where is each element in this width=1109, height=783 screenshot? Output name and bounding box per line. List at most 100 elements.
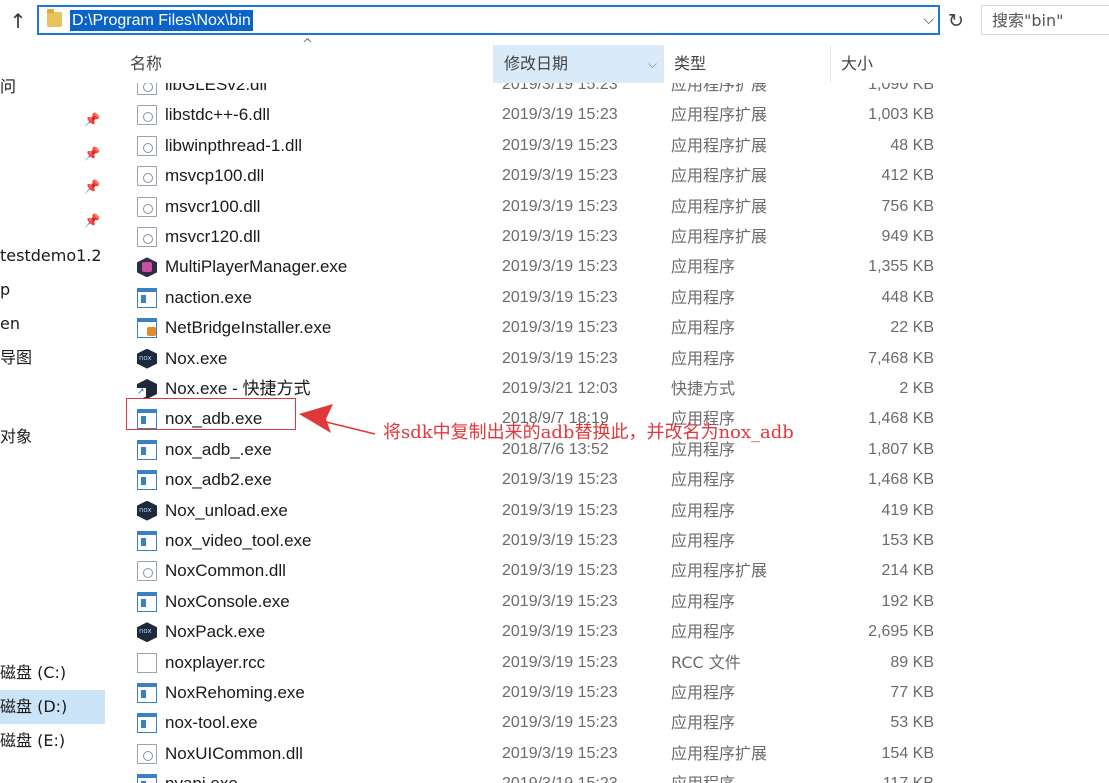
file-date: 2019/3/19 15:23 <box>502 653 618 671</box>
file-size: 89 KB <box>890 653 934 671</box>
chevron-down-icon[interactable]: ⌵ <box>648 45 657 83</box>
file-type: 应用程序 <box>671 470 736 490</box>
file-size: 448 KB <box>881 288 934 306</box>
file-name[interactable]: nox_video_tool.exe <box>165 526 312 556</box>
file-row[interactable]: MultiPlayerManager.exe 2019/3/19 15:23 应用程… <box>120 252 950 282</box>
column-header-label: 名称 <box>130 54 163 73</box>
file-date: 2019/3/19 15:23 <box>502 258 618 276</box>
file-row[interactable]: Nox.exe 2019/3/19 15:23 应用程序 7,468 KB <box>120 344 950 374</box>
app-file-icon <box>137 683 157 703</box>
file-size: 419 KB <box>881 501 934 519</box>
file-name[interactable]: NetBridgeInstaller.exe <box>165 313 331 343</box>
file-date: 2019/3/19 15:23 <box>502 623 618 641</box>
file-row[interactable]: NoxConsole.exe 2019/3/19 15:23 应用程序 192 KB <box>120 587 950 617</box>
file-name[interactable]: nvapi.exe <box>165 769 238 783</box>
nav-item[interactable]: testdemo1.2 <box>0 239 105 273</box>
pin-icon[interactable]: 📌 <box>84 146 100 164</box>
file-name[interactable]: msvcr100.dll <box>165 192 260 222</box>
file-row[interactable]: naction.exe 2019/3/19 15:23 应用程序 448 KB <box>120 283 950 313</box>
file-date: 2019/3/21 12:03 <box>502 380 618 397</box>
file-name[interactable]: NoxCommon.dll <box>165 556 286 586</box>
file-name[interactable]: noxplayer.rcc <box>165 648 265 678</box>
pin-icon[interactable]: 📌 <box>84 112 100 130</box>
file-name[interactable]: libwinpthread-1.dll <box>165 131 302 161</box>
address-bar[interactable]: D:\Program Files\Nox\bin ⌵ <box>37 5 940 35</box>
column-header-date[interactable]: 修改日期 ⌵ <box>493 45 663 83</box>
nav-item[interactable]: 对象 <box>0 420 105 454</box>
address-toolbar: ↑ D:\Program Files\Nox\bin ⌵ ↻ 搜索"bin" <box>0 0 1109 42</box>
file-row[interactable]: msvcp100.dll 2019/3/19 15:23 应用程序扩展 412 KB <box>120 161 950 191</box>
file-row[interactable]: NoxRehoming.exe 2019/3/19 15:23 应用程序 77 KB <box>120 678 950 708</box>
column-header-name[interactable]: 名称 <box>120 45 493 83</box>
file-type: 应用程序 <box>671 622 736 642</box>
nav-item[interactable]: p <box>0 273 105 307</box>
file-name[interactable]: NoxUICommon.dll <box>165 739 303 769</box>
chevron-down-icon[interactable]: ⌵ <box>923 9 934 31</box>
pin-icon[interactable]: 📌 <box>84 179 100 197</box>
nav-item[interactable]: en <box>0 307 105 341</box>
file-row[interactable]: NoxUICommon.dll 2019/3/19 15:23 应用程序扩展 154 … <box>120 739 950 769</box>
file-size: 412 KB <box>881 167 934 185</box>
dll-file-icon <box>137 196 157 217</box>
file-row[interactable]: libwinpthread-1.dll 2019/3/19 15:23 应用程序扩展… <box>120 131 950 161</box>
column-header-type[interactable]: 类型 <box>663 45 830 83</box>
file-row[interactable]: Nox_unload.exe 2019/3/19 15:23 应用程序 419 KB <box>120 496 950 526</box>
file-row[interactable]: nox_adb2.exe 2019/3/19 15:23 应用程序 1,468 KB <box>120 465 950 495</box>
file-row[interactable]: nvapi.exe 2019/3/19 15:23 应用程序 117 KB <box>120 769 950 783</box>
file-row[interactable]: libstdc++-6.dll 2019/3/19 15:23 应用程序扩展 1,00… <box>120 100 950 130</box>
file-name[interactable]: msvcp100.dll <box>165 161 264 191</box>
file-name[interactable]: naction.exe <box>165 283 252 313</box>
file-name[interactable]: MultiPlayerManager.exe <box>165 252 347 282</box>
column-header-label: 大小 <box>841 54 874 73</box>
file-name[interactable]: msvcr120.dll <box>165 222 260 252</box>
app-file-icon <box>137 470 157 491</box>
file-date: 2019/3/19 15:23 <box>502 501 618 519</box>
file-type: 应用程序扩展 <box>671 196 768 216</box>
nav-item-drive-c[interactable]: 磁盘 (C:) <box>0 656 105 690</box>
file-type: 快捷方式 <box>671 379 736 398</box>
nav-item[interactable]: 问 <box>0 70 105 104</box>
file-row[interactable]: nox-tool.exe 2019/3/19 15:23 应用程序 53 KB <box>120 708 950 738</box>
file-date: 2019/3/19 15:23 <box>502 106 618 124</box>
nav-item-drive-e[interactable]: 磁盘 (E:) <box>0 724 105 758</box>
file-name[interactable]: libstdc++-6.dll <box>165 100 270 130</box>
dll-file-icon <box>137 83 157 95</box>
column-header-size[interactable]: 大小 <box>830 45 945 83</box>
address-path[interactable]: D:\Program Files\Nox\bin <box>70 10 253 31</box>
file-name[interactable]: nox_adb2.exe <box>165 465 272 495</box>
file-name[interactable]: Nox.exe <box>165 344 227 374</box>
file-date: 2019/3/19 15:23 <box>502 167 618 185</box>
file-row[interactable]: libGLESv2.dll 2019/3/19 15:23 应用程序扩展 1,090 … <box>120 83 950 100</box>
file-name[interactable]: Nox_unload.exe <box>165 496 288 526</box>
nav-item-label: p <box>0 280 11 299</box>
multi-file-icon <box>137 257 157 278</box>
file-date: 2019/3/19 15:23 <box>502 744 618 762</box>
nav-item[interactable]: 导图 <box>0 341 105 375</box>
file-name[interactable]: nox_adb_.exe <box>165 435 272 465</box>
file-row[interactable]: msvcr100.dll 2019/3/19 15:23 应用程序扩展 756 KB <box>120 192 950 222</box>
app-file-icon <box>137 531 157 551</box>
dll-file-icon <box>137 743 157 764</box>
nav-item-drive-d[interactable]: 磁盘 (D:) <box>0 690 105 724</box>
file-row[interactable]: NoxPack.exe 2019/3/19 15:23 应用程序 2,695 KB <box>120 617 950 647</box>
file-row[interactable]: msvcr120.dll 2019/3/19 15:23 应用程序扩展 949 KB <box>120 222 950 252</box>
file-name[interactable]: nox-tool.exe <box>165 708 258 738</box>
file-date: 2019/3/19 15:23 <box>502 197 618 215</box>
file-row[interactable]: noxplayer.rcc 2019/3/19 15:23 RCC 文件 89 KB <box>120 648 950 678</box>
file-row[interactable]: nox_video_tool.exe 2019/3/19 15:23 应用程序 153… <box>120 526 950 556</box>
file-type: 应用程序 <box>671 318 736 338</box>
refresh-icon[interactable]: ↻ <box>944 8 968 34</box>
file-name[interactable]: NoxRehoming.exe <box>165 678 305 708</box>
file-name[interactable]: libGLESv2.dll <box>165 83 267 100</box>
pin-icon[interactable]: 📌 <box>84 213 100 231</box>
search-input[interactable]: 搜索"bin" <box>981 5 1109 35</box>
up-arrow-icon[interactable]: ↑ <box>6 8 30 34</box>
file-name[interactable]: NoxConsole.exe <box>165 587 290 617</box>
dll-file-icon <box>137 105 157 126</box>
file-name[interactable]: NoxPack.exe <box>165 617 265 647</box>
file-row[interactable]: NoxCommon.dll 2019/3/19 15:23 应用程序扩展 214 KB <box>120 556 950 586</box>
file-type: 应用程序 <box>671 713 736 733</box>
dll-file-icon <box>137 227 157 247</box>
file-row[interactable]: NetBridgeInstaller.exe 2019/3/19 15:23 应用程… <box>120 313 950 343</box>
dll-file-icon <box>137 561 157 582</box>
